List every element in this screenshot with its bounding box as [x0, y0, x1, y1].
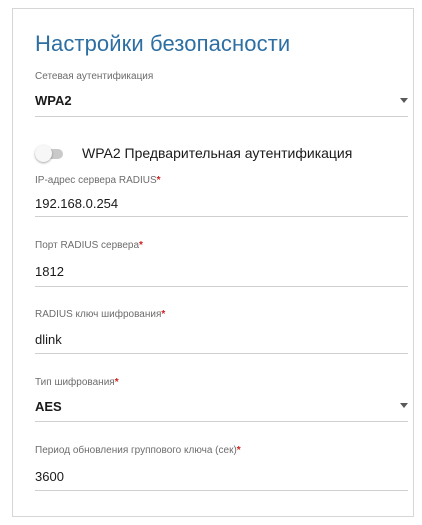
- encryption-type-value: AES: [35, 399, 62, 414]
- radius-port-field[interactable]: Порт RADIUS сервера* 1812: [35, 240, 408, 287]
- required-mark: *: [156, 175, 161, 186]
- required-mark: *: [161, 309, 166, 320]
- wpa2-preauth-toggle-row[interactable]: WPA2 Предварительная аутентификация: [35, 143, 408, 165]
- encryption-type-label: Тип шифрования*: [35, 377, 119, 388]
- page-title: Настройки безопасности: [35, 31, 291, 56]
- radius-ip-input[interactable]: 192.168.0.254: [35, 196, 118, 211]
- radius-key-input[interactable]: dlink: [35, 332, 62, 347]
- field-underline: [35, 116, 408, 117]
- required-mark: *: [114, 377, 119, 388]
- network-auth-select[interactable]: Сетевая аутентификация WPA2: [35, 71, 408, 119]
- network-auth-value: WPA2: [35, 93, 72, 108]
- required-mark: *: [236, 445, 241, 456]
- field-underline: [35, 216, 408, 217]
- field-underline: [35, 353, 408, 354]
- radius-key-field[interactable]: RADIUS ключ шифрования* dlink: [35, 309, 408, 354]
- radius-key-label: RADIUS ключ шифрования*: [35, 309, 166, 320]
- group-key-period-field[interactable]: Период обновления группового ключа (сек)…: [35, 445, 408, 493]
- group-key-period-input[interactable]: 3600: [35, 469, 64, 484]
- chevron-down-icon[interactable]: [400, 98, 408, 103]
- wpa2-preauth-label: WPA2 Предварительная аутентификация: [82, 145, 353, 161]
- toggle-knob[interactable]: [35, 145, 52, 162]
- radius-ip-field[interactable]: IP-адрес сервера RADIUS* 192.168.0.254: [35, 175, 408, 219]
- wpa2-preauth-toggle[interactable]: [35, 145, 63, 162]
- required-mark: *: [139, 240, 143, 251]
- radius-ip-label: IP-адрес сервера RADIUS*: [35, 175, 161, 186]
- radius-port-label: Порт RADIUS сервера*: [35, 240, 143, 251]
- network-auth-label: Сетевая аутентификация: [35, 71, 154, 82]
- field-underline: [35, 490, 408, 491]
- field-underline: [35, 421, 408, 422]
- chevron-down-icon[interactable]: [400, 403, 408, 408]
- field-underline: [35, 286, 408, 287]
- group-key-period-label: Период обновления группового ключа (сек)…: [35, 445, 241, 456]
- encryption-type-select[interactable]: Тип шифрования* AES: [35, 377, 408, 425]
- security-settings-panel: Настройки безопасности Сетевая аутентифи…: [12, 8, 414, 517]
- radius-port-input[interactable]: 1812: [35, 264, 64, 279]
